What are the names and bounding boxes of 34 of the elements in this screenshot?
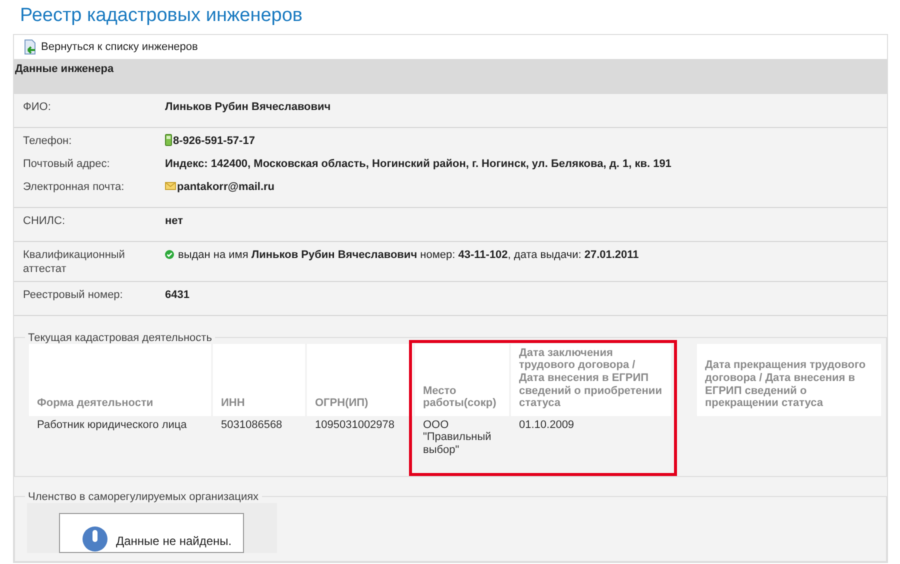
field-label: ФИО: [22,100,52,115]
message-text: Данные не найдены. [116,534,232,550]
back-document-icon [22,39,38,55]
field-value: 8-926-591-57-17 [173,134,255,148]
field-label: Реестровый номер: [22,288,124,303]
column-header: Форма деятельности [29,344,211,416]
field-label: Почтовый адрес: [22,157,111,172]
column-header: ИНН [213,344,305,416]
field-value: Линьков Рубин Вячеславович [165,100,331,114]
field-value: Индекс: 142400, Московская область, Ногинский район, г. Ногинск, ул. Белякова, д. 1, кв. 191 [165,157,672,172]
field-value: выдан на имя Линьков Рубин Вячеславович номер: 43-11-102, дата выдачи: 27.01.2011 [178,248,639,262]
table-cell-text: ООО "Правильный выбор" [422,418,492,458]
envelope-icon [165,182,176,190]
field-value: нет [165,214,184,228]
field-label: Электронная почта: [22,180,126,195]
table-cell-text: 5031086568 [220,418,284,433]
field-value: 6431 [165,288,190,302]
field-label: СНИЛС: [22,214,66,229]
check-circle-icon [165,250,174,259]
field-label: Телефон: [22,134,73,149]
column-header: ОГРН(ИП) [307,344,413,416]
table-cell-text: 1095031002978 [314,418,396,433]
table-cell-text: 01.10.2009 [518,418,576,433]
field-value: pantakorr@mail.ru [177,180,275,194]
back-link[interactable]: Вернуться к списку инженеров [41,40,198,54]
fieldset-legend: Текущая кадастровая деятельность [25,332,215,344]
column-header: Место работы(сокр) [415,344,509,416]
page-title: Реестр кадастровых инженеров [20,4,304,28]
phone-icon [165,134,172,146]
section-header: Данные инженера [14,59,887,94]
field-label: Квалификационный аттестат [22,248,126,277]
fieldset-legend: Членство в саморегулируемых организациях [25,490,262,503]
table-cell-text: Работник юридического лица [36,418,188,433]
column-header: Дата прекращения трудового договора / Дата внесения в ЕГРИП сведений о прекращении статуса [697,344,881,416]
